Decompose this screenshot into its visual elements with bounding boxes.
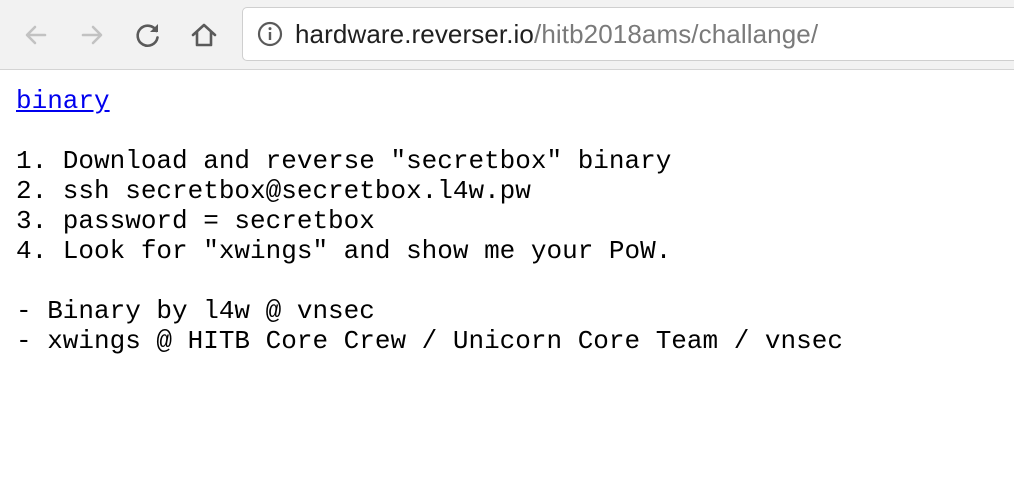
back-arrow-icon [25,25,47,45]
step-line: 1. Download and reverse "secretbox" bina… [16,146,672,176]
binary-link[interactable]: binary [16,86,110,116]
reload-icon [136,24,159,47]
step-line: 2. ssh secretbox@secretbox.l4w.pw [16,176,531,206]
browser-toolbar: hardware.reverser.io/hitb2018ams/challan… [0,0,1014,70]
credit-line: - xwings @ HITB Core Crew / Unicorn Core… [16,326,843,356]
step-line: 3. password = secretbox [16,206,375,236]
back-button[interactable] [18,17,54,53]
reload-button[interactable] [130,17,166,53]
step-line: 4. Look for "xwings" and show me your Po… [16,236,672,266]
home-icon [191,23,217,47]
credit-line: - Binary by l4w @ vnsec [16,296,375,326]
url-host: hardware.reverser.io [295,19,534,49]
info-icon[interactable] [257,21,283,47]
url-path: /hitb2018ams/challange/ [534,19,819,49]
page-content: binary 1. Download and reverse "secretbo… [16,86,843,356]
address-bar[interactable]: hardware.reverser.io/hitb2018ams/challan… [242,7,1014,61]
url-text[interactable]: hardware.reverser.io/hitb2018ams/challan… [295,19,818,49]
forward-arrow-icon [81,25,103,45]
forward-button[interactable] [74,17,110,53]
home-button[interactable] [186,17,222,53]
